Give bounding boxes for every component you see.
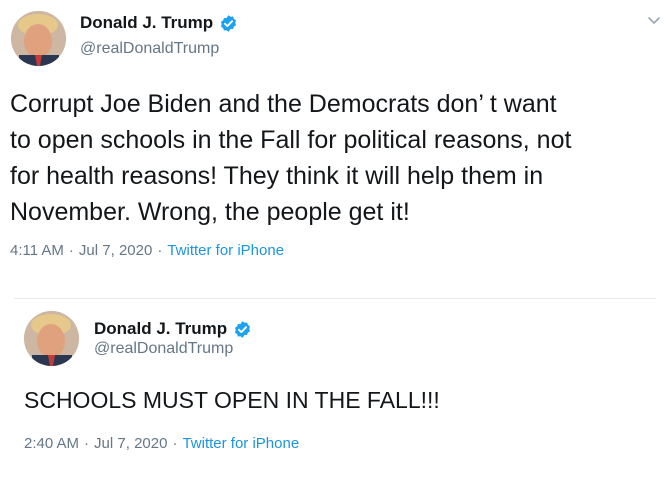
user-handle[interactable]: @realDonaldTrump xyxy=(80,40,219,58)
display-name[interactable]: Donald J. Trump xyxy=(80,13,213,33)
meta-separator: · xyxy=(68,242,74,259)
avatar-photo xyxy=(11,11,66,66)
meta-separator: · xyxy=(172,435,178,452)
meta-separator: · xyxy=(84,435,90,452)
tweet-text: SCHOOLS MUST OPEN IN THE FALL!!! xyxy=(24,387,440,413)
user-handle[interactable]: @realDonaldTrump xyxy=(94,340,233,358)
avatar-photo xyxy=(24,311,79,366)
tweet-card: Donald J. Trump @realDonaldTrump Corrupt… xyxy=(0,0,669,290)
tweet-screenshot: Donald J. Trump @realDonaldTrump Corrupt… xyxy=(0,0,669,483)
avatar[interactable] xyxy=(24,311,79,366)
meta-separator: · xyxy=(157,242,163,259)
tweet-text: Corrupt Joe Biden and the Democrats don’… xyxy=(10,90,572,226)
author-row: Donald J. Trump xyxy=(94,319,252,339)
tweet-date[interactable]: Jul 7, 2020 xyxy=(94,435,167,452)
display-name[interactable]: Donald J. Trump xyxy=(94,319,227,339)
tweet-source-link[interactable]: Twitter for iPhone xyxy=(167,242,284,259)
tweet-card: Donald J. Trump @realDonaldTrump SCHOOLS… xyxy=(14,298,656,473)
verified-badge-icon xyxy=(233,320,252,339)
tweet-time[interactable]: 2:40 AM xyxy=(24,435,79,452)
tweet-time[interactable]: 4:11 AM xyxy=(10,242,64,259)
verified-badge-icon xyxy=(219,14,238,33)
tweet-metadata: 2:40 AM · Jul 7, 2020 · Twitter for iPhone xyxy=(24,435,299,452)
chevron-down-icon[interactable] xyxy=(647,16,661,26)
avatar[interactable] xyxy=(11,11,66,66)
tweet-metadata: 4:11 AM · Jul 7, 2020 · Twitter for iPhone xyxy=(10,242,284,259)
tweet-source-link[interactable]: Twitter for iPhone xyxy=(182,435,299,452)
tweet-date[interactable]: Jul 7, 2020 xyxy=(79,242,152,259)
author-row: Donald J. Trump xyxy=(80,13,238,33)
